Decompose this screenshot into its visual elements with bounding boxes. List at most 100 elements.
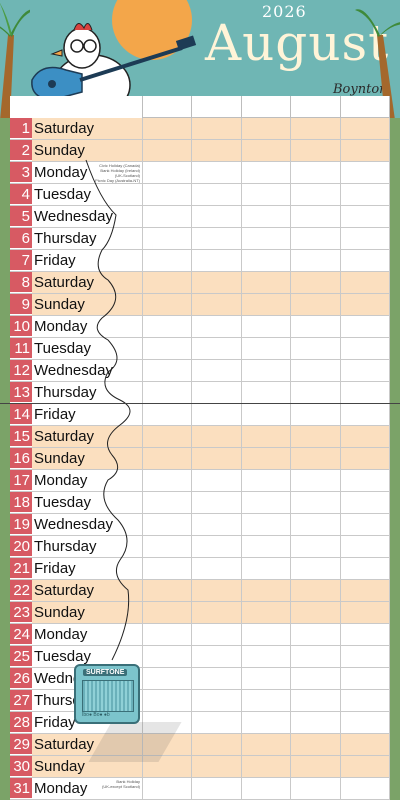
entry-cell[interactable] xyxy=(142,294,191,315)
entry-cell[interactable] xyxy=(142,118,191,139)
entry-cell[interactable] xyxy=(240,712,290,733)
entry-cell[interactable] xyxy=(191,492,240,513)
entry-cell[interactable] xyxy=(142,140,191,161)
entry-cell[interactable] xyxy=(142,316,191,337)
entry-cell[interactable] xyxy=(142,514,191,535)
entry-cell[interactable] xyxy=(142,426,191,447)
column-header-cell[interactable] xyxy=(290,96,340,118)
entry-cell[interactable] xyxy=(191,514,240,535)
entry-cell[interactable] xyxy=(339,360,391,381)
entry-cell[interactable] xyxy=(339,316,391,337)
entry-cell[interactable] xyxy=(240,294,290,315)
entry-cell[interactable] xyxy=(191,470,240,491)
entry-cell[interactable] xyxy=(290,316,339,337)
entry-cell[interactable] xyxy=(290,690,339,711)
entry-cell[interactable] xyxy=(339,514,391,535)
entry-cell[interactable] xyxy=(240,338,290,359)
entry-cell[interactable] xyxy=(191,448,240,469)
entry-cell[interactable] xyxy=(240,690,290,711)
entry-cell[interactable] xyxy=(290,404,339,425)
entry-cell[interactable] xyxy=(240,206,290,227)
entry-cell[interactable] xyxy=(240,382,290,403)
entry-cell[interactable] xyxy=(290,272,339,293)
entry-cell[interactable] xyxy=(339,624,391,645)
entry-cell[interactable] xyxy=(142,646,191,667)
entry-cell[interactable] xyxy=(339,382,391,403)
entry-cell[interactable] xyxy=(339,690,391,711)
entry-cell[interactable] xyxy=(191,162,240,183)
entry-cell[interactable] xyxy=(191,272,240,293)
entry-cell[interactable] xyxy=(191,206,240,227)
entry-cell[interactable] xyxy=(240,602,290,623)
entry-cell[interactable] xyxy=(339,162,391,183)
entry-cell[interactable] xyxy=(290,294,339,315)
entry-cell[interactable] xyxy=(240,448,290,469)
entry-cell[interactable] xyxy=(290,624,339,645)
entry-cell[interactable] xyxy=(240,360,290,381)
entry-cell[interactable] xyxy=(290,646,339,667)
entry-cell[interactable] xyxy=(290,360,339,381)
entry-cell[interactable] xyxy=(240,140,290,161)
entry-cell[interactable] xyxy=(142,162,191,183)
entry-cell[interactable] xyxy=(142,668,191,689)
entry-cell[interactable] xyxy=(339,228,391,249)
entry-cell[interactable] xyxy=(142,206,191,227)
entry-cell[interactable] xyxy=(290,382,339,403)
entry-cell[interactable] xyxy=(339,404,391,425)
entry-cell[interactable] xyxy=(142,778,191,799)
entry-cell[interactable] xyxy=(191,382,240,403)
entry-cell[interactable] xyxy=(339,206,391,227)
entry-cell[interactable] xyxy=(191,426,240,447)
entry-cell[interactable] xyxy=(290,558,339,579)
entry-cell[interactable] xyxy=(142,558,191,579)
entry-cell[interactable] xyxy=(290,338,339,359)
entry-cell[interactable] xyxy=(142,184,191,205)
entry-cell[interactable] xyxy=(142,536,191,557)
entry-cell[interactable] xyxy=(142,404,191,425)
entry-cell[interactable] xyxy=(191,734,240,755)
entry-cell[interactable] xyxy=(339,294,391,315)
entry-cell[interactable] xyxy=(290,602,339,623)
entry-cell[interactable] xyxy=(240,734,290,755)
column-header-cell[interactable] xyxy=(339,96,391,118)
entry-cell[interactable] xyxy=(240,316,290,337)
entry-cell[interactable] xyxy=(339,492,391,513)
entry-cell[interactable] xyxy=(240,184,290,205)
entry-cell[interactable] xyxy=(240,514,290,535)
entry-cell[interactable] xyxy=(339,140,391,161)
entry-cell[interactable] xyxy=(339,734,391,755)
column-header-cell[interactable] xyxy=(191,96,241,118)
entry-cell[interactable] xyxy=(290,162,339,183)
entry-cell[interactable] xyxy=(290,492,339,513)
entry-cell[interactable] xyxy=(339,426,391,447)
entry-cell[interactable] xyxy=(290,184,339,205)
entry-cell[interactable] xyxy=(339,118,391,139)
entry-cell[interactable] xyxy=(240,778,290,799)
entry-cell[interactable] xyxy=(339,338,391,359)
entry-cell[interactable] xyxy=(339,272,391,293)
entry-cell[interactable] xyxy=(290,448,339,469)
entry-cell[interactable] xyxy=(191,360,240,381)
entry-cell[interactable] xyxy=(191,756,240,777)
entry-cell[interactable] xyxy=(339,448,391,469)
entry-cell[interactable] xyxy=(240,492,290,513)
entry-cell[interactable] xyxy=(290,250,339,271)
entry-cell[interactable] xyxy=(191,404,240,425)
entry-cell[interactable] xyxy=(191,558,240,579)
entry-cell[interactable] xyxy=(142,338,191,359)
entry-cell[interactable] xyxy=(142,470,191,491)
entry-cell[interactable] xyxy=(240,756,290,777)
entry-cell[interactable] xyxy=(290,536,339,557)
entry-cell[interactable] xyxy=(191,712,240,733)
entry-cell[interactable] xyxy=(339,580,391,601)
entry-cell[interactable] xyxy=(339,602,391,623)
entry-cell[interactable] xyxy=(191,228,240,249)
entry-cell[interactable] xyxy=(339,778,391,799)
entry-cell[interactable] xyxy=(191,184,240,205)
entry-cell[interactable] xyxy=(142,448,191,469)
entry-cell[interactable] xyxy=(142,602,191,623)
entry-cell[interactable] xyxy=(142,580,191,601)
entry-cell[interactable] xyxy=(290,118,339,139)
entry-cell[interactable] xyxy=(290,426,339,447)
entry-cell[interactable] xyxy=(191,602,240,623)
